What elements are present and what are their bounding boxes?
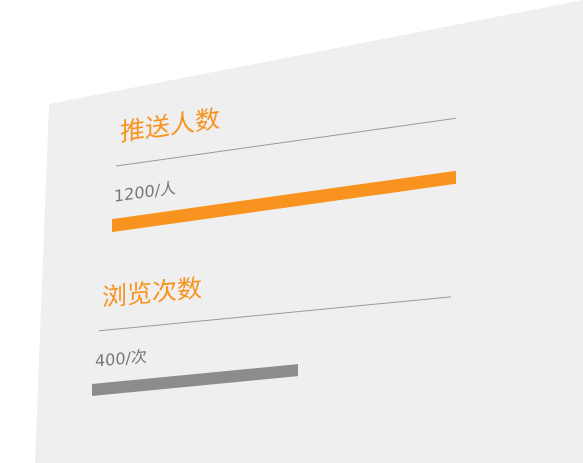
card-background	[35, 0, 583, 463]
push-count-unit: 人	[160, 178, 177, 200]
view-count-unit: 次	[130, 346, 147, 368]
push-count-value: 1200	[114, 181, 155, 206]
stats-card: 推送人数 1200/人 浏览次数 400/次	[0, 0, 583, 463]
view-count-value: 400	[95, 348, 126, 371]
